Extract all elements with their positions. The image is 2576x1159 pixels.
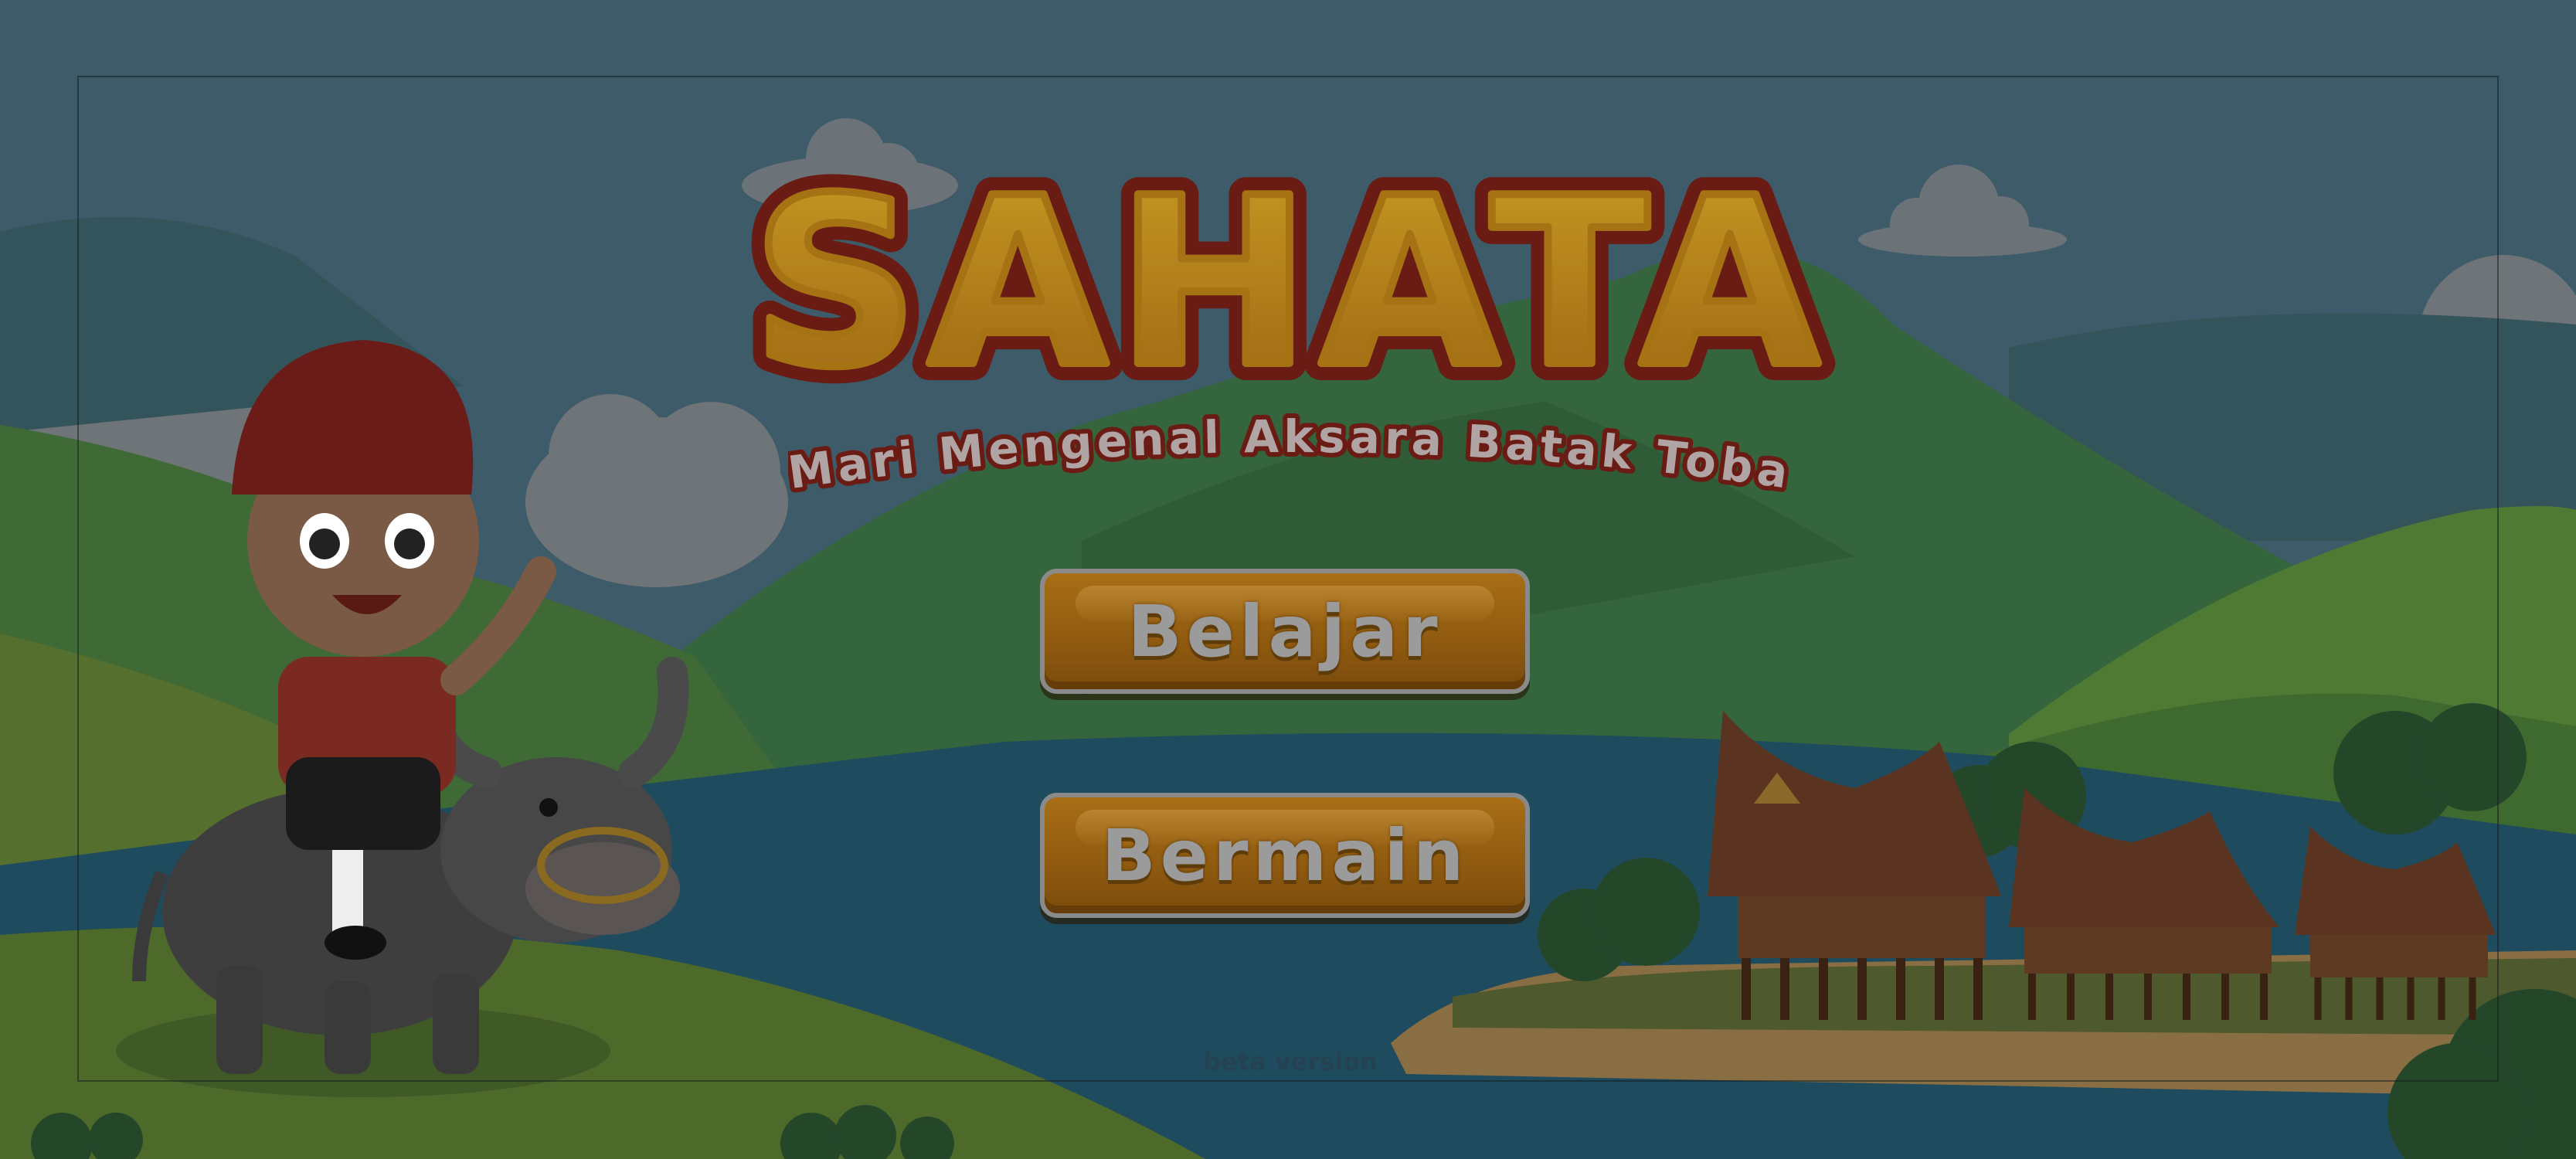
play-button-label: Bermain [1101, 814, 1469, 897]
version-label: beta version [1203, 1047, 1378, 1076]
svg-text:Mari Mengenal Aksara Batak Tob: Mari Mengenal Aksara Batak Toba [788, 410, 1793, 499]
learn-button[interactable]: Belajar [1040, 569, 1530, 694]
play-button[interactable]: Bermain [1040, 793, 1530, 918]
subtitle-text: Mari Mengenal Aksara Batak Toba [788, 406, 1793, 504]
game-subtitle: Mari Mengenal Aksara Batak Toba [788, 406, 1793, 504]
game-title-text: SAHATA [752, 148, 1829, 418]
learn-button-label: Belajar [1127, 590, 1443, 673]
game-title: SAHATA SAHATA [742, 139, 1837, 425]
